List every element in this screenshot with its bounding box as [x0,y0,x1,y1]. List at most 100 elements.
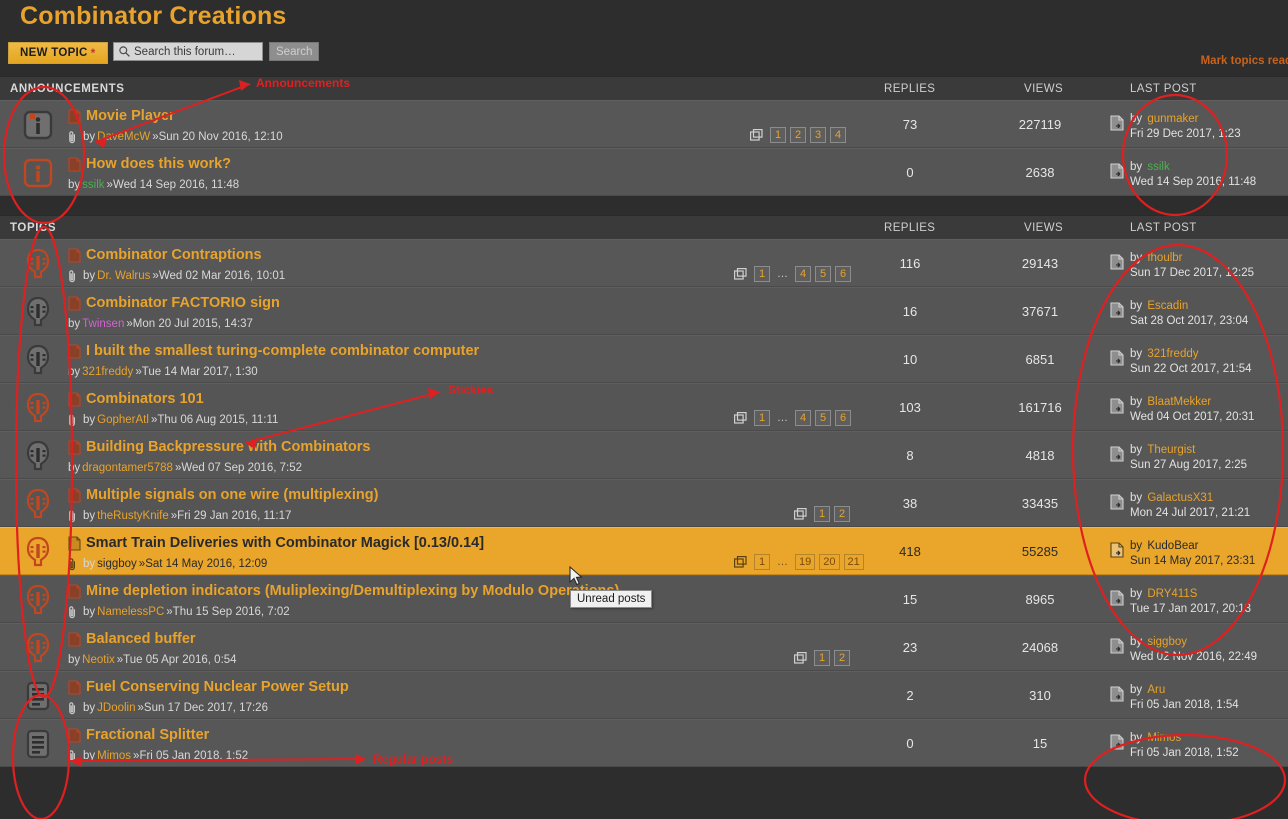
topic-status-icon[interactable] [22,488,54,520]
last-post-author-link[interactable]: GalactusX31 [1147,492,1213,504]
last-post-author-link[interactable]: Theurgist [1147,444,1195,456]
pagination-page-button[interactable]: 4 [795,266,811,282]
pagination-page-button[interactable]: 1 [754,266,770,282]
new-post-indicator[interactable] [68,156,81,172]
goto-last-post-button[interactable] [1110,638,1124,654]
topic-title-link[interactable]: I built the smallest turing-complete com… [86,343,479,359]
topic-status-icon[interactable] [22,248,54,280]
topic-row[interactable]: Building Backpressure with Combinators b… [0,431,1288,479]
new-post-indicator[interactable] [68,679,81,695]
topic-row[interactable]: I built the smallest turing-complete com… [0,335,1288,383]
goto-last-post-button[interactable] [1110,686,1124,702]
topic-row[interactable]: Combinator FACTORIO sign by Twinsen » Mo… [0,287,1288,335]
new-post-indicator[interactable] [68,727,81,743]
pagination-page-button[interactable]: 4 [795,410,811,426]
topic-status-icon[interactable] [22,344,54,376]
topic-author-link[interactable]: Dr. Walrus [97,270,150,282]
topic-author-link[interactable]: JDoolin [97,702,135,714]
topic-title-link[interactable]: Smart Train Deliveries with Combinator M… [86,535,484,551]
last-post-author-link[interactable]: gunmaker [1147,113,1198,125]
pagination-page-button[interactable]: 2 [834,506,850,522]
topic-author-link[interactable]: Twinsen [82,318,124,330]
topic-title-link[interactable]: Fractional Splitter [86,727,209,743]
new-post-indicator[interactable] [68,247,81,263]
topic-row[interactable]: Multiple signals on one wire (multiplexi… [0,479,1288,527]
mark-topics-read-link[interactable]: Mark topics read [1201,55,1288,67]
search-input[interactable] [134,45,258,58]
last-post-author-link[interactable]: 321freddy [1147,348,1198,360]
new-post-indicator[interactable] [68,583,81,599]
topic-author-link[interactable]: 321freddy [82,366,133,378]
last-post-author-link[interactable]: DRY411S [1147,588,1197,600]
topic-author-link[interactable]: GopherAtl [97,414,149,426]
last-post-author-link[interactable]: Aru [1147,684,1165,696]
topic-status-icon[interactable] [22,296,54,328]
new-post-indicator[interactable] [68,631,81,647]
topic-status-icon[interactable] [22,109,54,141]
pagination-page-button[interactable]: 1 [770,127,786,143]
goto-last-post-button[interactable] [1110,163,1124,179]
last-post-author-link[interactable]: Mimos [1147,732,1181,744]
topic-status-icon[interactable] [22,392,54,424]
pagination-page-button[interactable]: 6 [835,410,851,426]
topic-author-link[interactable]: dragontamer5788 [82,462,173,474]
last-post-author-link[interactable]: siggboy [1147,636,1187,648]
goto-last-post-button[interactable] [1110,542,1124,558]
goto-last-post-button[interactable] [1110,254,1124,270]
topic-row[interactable]: Combinators 101 by GopherAtl » Thu 06 Au… [0,383,1288,431]
topic-title-link[interactable]: Balanced buffer [86,631,196,647]
new-post-indicator[interactable] [68,487,81,503]
topic-title-link[interactable]: Multiple signals on one wire (multiplexi… [86,487,378,503]
topic-title-link[interactable]: Movie Player [86,108,175,124]
topic-status-icon[interactable] [22,584,54,616]
goto-last-post-button[interactable] [1110,350,1124,366]
topic-row[interactable]: Balanced buffer by Neotix » Tue 05 Apr 2… [0,623,1288,671]
announcement-row[interactable]: Movie Player by DaveMcW » Sun 20 Nov 201… [0,100,1288,148]
new-post-indicator[interactable] [68,535,81,551]
goto-last-post-button[interactable] [1110,302,1124,318]
topic-status-icon[interactable] [22,728,54,760]
topic-row[interactable]: Fractional Splitter by Mimos » Fri 05 Ja… [0,719,1288,767]
pagination-page-button[interactable]: 2 [834,650,850,666]
topic-title-link[interactable]: Combinators 101 [86,391,204,407]
topic-title-link[interactable]: Mine depletion indicators (Muliplexing/D… [86,583,619,599]
goto-last-post-button[interactable] [1110,590,1124,606]
last-post-author-link[interactable]: BlaatMekker [1147,396,1211,408]
announcement-row[interactable]: How does this work? by ssilk » Wed 14 Se… [0,148,1288,196]
last-post-author-link[interactable]: Escadin [1147,300,1188,312]
last-post-author-link[interactable]: ssilk [1147,161,1169,173]
topic-author-link[interactable]: Neotix [82,654,115,666]
pagination-page-button[interactable]: 19 [795,554,816,570]
topic-author-link[interactable]: NamelessPC [97,606,164,618]
topic-row[interactable]: Fuel Conserving Nuclear Power Setup by J… [0,671,1288,719]
last-post-author-link[interactable]: fhoulbr [1147,252,1182,264]
topic-row[interactable]: Smart Train Deliveries with Combinator M… [0,527,1288,575]
topic-author-link[interactable]: ssilk [82,179,104,191]
topic-author-link[interactable]: Mimos [97,750,131,762]
topic-status-icon[interactable] [22,157,54,189]
new-post-indicator[interactable] [68,108,81,124]
topic-status-icon[interactable] [22,632,54,664]
goto-last-post-button[interactable] [1110,446,1124,462]
topic-status-icon[interactable] [22,680,54,712]
goto-last-post-button[interactable] [1110,734,1124,750]
pagination-page-button[interactable]: 2 [790,127,806,143]
search-submit-button[interactable]: Search [269,42,320,61]
goto-last-post-button[interactable] [1110,494,1124,510]
topic-title-link[interactable]: How does this work? [86,156,231,172]
new-topic-button[interactable]: NEW TOPIC * [8,42,108,64]
topic-author-link[interactable]: siggboy [97,558,137,570]
topic-title-link[interactable]: Building Backpressure with Combinators [86,439,370,455]
pagination-page-button[interactable]: 1 [754,410,770,426]
topic-author-link[interactable]: DaveMcW [97,131,150,143]
topic-title-link[interactable]: Fuel Conserving Nuclear Power Setup [86,679,349,695]
topic-row[interactable]: Combinator Contraptions by Dr. Walrus » … [0,239,1288,287]
pagination-page-button[interactable]: 3 [810,127,826,143]
topic-title-link[interactable]: Combinator Contraptions [86,247,262,263]
pagination-page-button[interactable]: 5 [815,410,831,426]
goto-last-post-button[interactable] [1110,115,1124,131]
topic-status-icon[interactable] [22,536,54,568]
topic-author-link[interactable]: theRustyKnife [97,510,169,522]
new-post-indicator[interactable] [68,343,81,359]
pagination-page-button[interactable]: 1 [814,650,830,666]
